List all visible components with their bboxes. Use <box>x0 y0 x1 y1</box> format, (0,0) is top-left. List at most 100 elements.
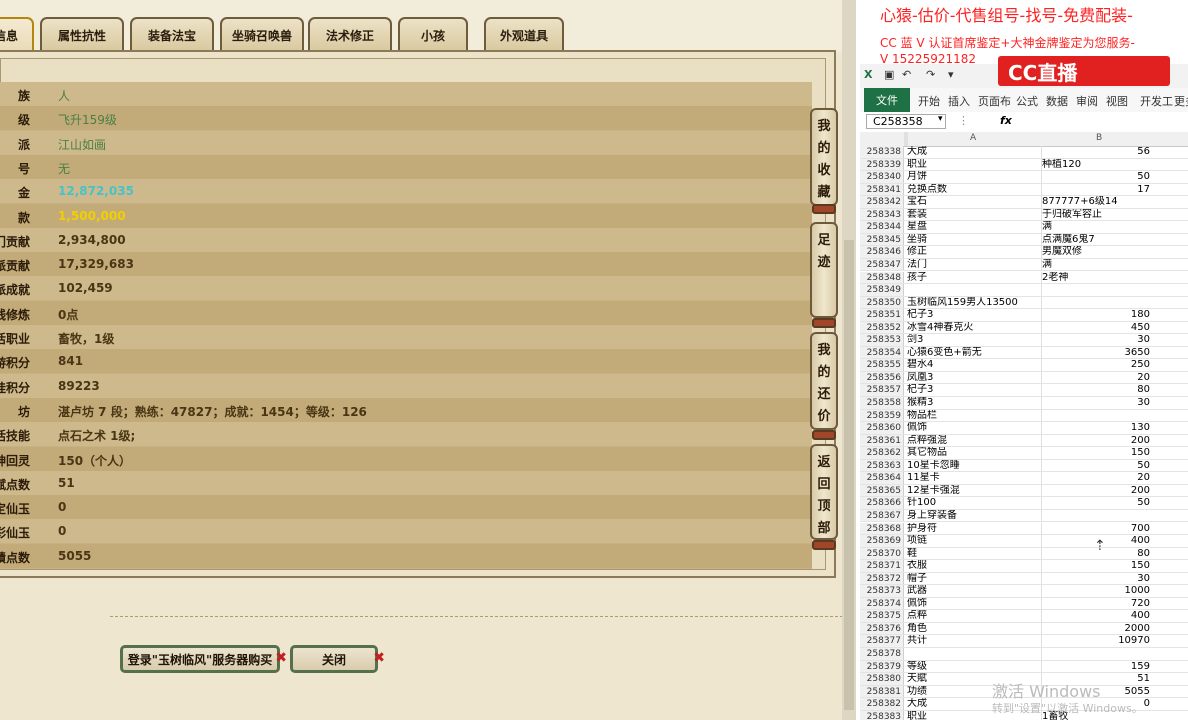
cell-b[interactable]: 150 <box>1042 560 1154 572</box>
cell-b[interactable]: 点满魔6鬼7 <box>1042 234 1154 246</box>
cell-a[interactable]: 大成 <box>907 146 1042 158</box>
row-number[interactable]: 258343 <box>860 208 904 221</box>
ribbon-tab[interactable]: 开始 <box>918 93 940 109</box>
save-icon[interactable]: ▣ <box>884 68 898 82</box>
redo-icon[interactable]: ↷ <box>926 68 940 82</box>
close-button[interactable]: 关闭 ✖ <box>290 645 385 673</box>
row-number[interactable]: 258344 <box>860 221 904 233</box>
cell-a[interactable]: 武器 <box>907 585 1042 597</box>
cell-b[interactable]: 450 <box>1042 322 1154 334</box>
row-number[interactable]: 258338 <box>860 146 904 158</box>
sheet-row[interactable]: 258355 碧水4 250 <box>860 359 1188 372</box>
cell-b[interactable]: 700 <box>1042 523 1154 535</box>
cell-a[interactable]: 11星卡 <box>907 472 1042 484</box>
row-number[interactable]: 258350 <box>860 296 904 309</box>
sheet-row[interactable]: 258361 点粹强混 200 <box>860 434 1188 448</box>
sheet-row[interactable]: 258364 11星卡 20 <box>860 472 1188 485</box>
sheet-row[interactable]: 258377 共计 10970 <box>860 635 1188 648</box>
side-button-2[interactable]: 足迹 <box>810 222 838 318</box>
ribbon-tab[interactable]: 开发工 <box>1140 93 1173 109</box>
row-number[interactable]: 258365 <box>860 484 904 497</box>
cell-a[interactable]: 修正 <box>907 246 1042 258</box>
cell-b[interactable]: 180 <box>1042 309 1154 321</box>
cell-b[interactable]: 男魔双修 <box>1042 246 1154 258</box>
login-server-buy-button[interactable]: 登录"玉树临风"服务器购买 ✖ <box>120 645 287 673</box>
row-number[interactable]: 258339 <box>860 158 904 171</box>
cell-a[interactable]: 护身符 <box>907 522 1042 535</box>
sheet-row[interactable]: 258353 剑3 30 <box>860 334 1188 347</box>
sheet-row[interactable]: 258362 其它物品 150 <box>860 447 1188 460</box>
row-number[interactable]: 258351 <box>860 309 904 321</box>
cell-b[interactable]: 56 <box>1042 146 1154 158</box>
cell-b[interactable]: 400 <box>1042 610 1154 622</box>
side-button-1[interactable]: 我的收藏 <box>810 108 838 206</box>
sheet-row[interactable]: 258374 佩饰 720 <box>860 597 1188 611</box>
cell-a[interactable]: 兑换点数 <box>907 183 1042 196</box>
cell-b[interactable] <box>1042 297 1154 309</box>
sheet-row[interactable]: 258339 职业 种植120 <box>860 158 1188 172</box>
cell-a[interactable] <box>907 284 1042 296</box>
sheet-row[interactable]: 258342 宝石 877777+6级14 <box>860 196 1188 209</box>
row-number[interactable]: 258383 <box>860 710 904 720</box>
row-number[interactable]: 258368 <box>860 522 904 535</box>
cell-b[interactable]: 250 <box>1042 359 1154 371</box>
cell-a[interactable]: 身上穿装备 <box>907 509 1042 522</box>
cell-b[interactable]: 满 <box>1042 259 1154 271</box>
row-number[interactable]: 258358 <box>860 397 904 409</box>
row-number[interactable]: 258379 <box>860 660 904 673</box>
cell-b[interactable]: 20 <box>1042 472 1154 484</box>
ribbon-tab[interactable]: 视图 <box>1106 93 1128 109</box>
cell-a[interactable]: 衣服 <box>907 560 1042 572</box>
sheet-row[interactable]: 258357 杞子3 80 <box>860 384 1188 397</box>
cell-a[interactable]: 月饼 <box>907 171 1042 183</box>
cell-a[interactable]: 帽子 <box>907 572 1042 585</box>
row-number[interactable]: 258342 <box>860 196 904 208</box>
sheet-row[interactable]: 258356 凤凰3 20 <box>860 371 1188 385</box>
row-number[interactable]: 258363 <box>860 459 904 472</box>
row-number[interactable]: 258347 <box>860 258 904 271</box>
cell-b[interactable]: 80 <box>1042 384 1154 396</box>
row-number[interactable]: 258377 <box>860 635 904 647</box>
row-number[interactable]: 258378 <box>860 648 904 660</box>
sheet-row[interactable]: 258345 坐骑 点满魔6鬼7 <box>860 233 1188 247</box>
sheet-row[interactable]: 258359 物品栏 <box>860 409 1188 423</box>
row-number[interactable]: 258360 <box>860 422 904 434</box>
column-header-b[interactable]: B <box>1096 133 1102 143</box>
sheet-row[interactable]: 258350 玉树临风159男人13500 <box>860 296 1188 310</box>
sheet-row[interactable]: 258363 10星卡忽睡 50 <box>860 459 1188 473</box>
cell-a[interactable]: 凤凰3 <box>907 371 1042 384</box>
side-button-3[interactable]: 我的还价 <box>810 332 838 430</box>
cell-b[interactable]: 30 <box>1042 397 1154 409</box>
row-number[interactable]: 258341 <box>860 183 904 196</box>
fx-icon[interactable]: fx <box>1000 114 1012 127</box>
cell-a[interactable] <box>907 648 1042 660</box>
customize-icon[interactable]: ▾ <box>948 68 962 82</box>
cell-b[interactable]: 30 <box>1042 334 1154 346</box>
cell-b[interactable]: 2000 <box>1042 623 1154 635</box>
page-scrollbar[interactable] <box>842 0 856 720</box>
scroll-thumb[interactable] <box>844 240 854 710</box>
cell-a[interactable]: 坐骑 <box>907 233 1042 246</box>
row-number[interactable]: 258355 <box>860 359 904 371</box>
tab-5[interactable]: 法术修正 <box>308 17 392 51</box>
spreadsheet-grid[interactable]: 258338 大成 56 258339 职业 种植120 258340 月饼 50 258341 兑… <box>860 146 1188 720</box>
cell-b[interactable]: 159 <box>1042 661 1154 673</box>
row-number[interactable]: 258381 <box>860 685 904 698</box>
row-number[interactable]: 258375 <box>860 610 904 622</box>
row-number[interactable]: 258359 <box>860 409 904 422</box>
cell-a[interactable]: 孩子 <box>907 271 1042 284</box>
row-number[interactable]: 258366 <box>860 497 904 509</box>
sheet-row[interactable]: 258343 套装 于归破军容止 <box>860 208 1188 222</box>
cell-a[interactable]: 心猿6变色+箭无 <box>907 346 1042 359</box>
cell-a[interactable]: 针100 <box>907 497 1042 509</box>
cell-b[interactable]: 30 <box>1042 573 1154 585</box>
ribbon-tab[interactable]: 插入 <box>948 93 970 109</box>
cell-a[interactable]: 职业 <box>907 158 1042 171</box>
cell-a[interactable]: 其它物品 <box>907 447 1042 459</box>
row-number[interactable]: 258372 <box>860 572 904 585</box>
ribbon-tab[interactable]: 页面布 <box>978 93 1011 109</box>
cell-b[interactable]: 1000 <box>1042 585 1154 597</box>
cell-a[interactable]: 杞子3 <box>907 384 1042 396</box>
cell-a[interactable]: 杞子3 <box>907 309 1042 321</box>
cell-a[interactable]: 共计 <box>907 635 1042 647</box>
